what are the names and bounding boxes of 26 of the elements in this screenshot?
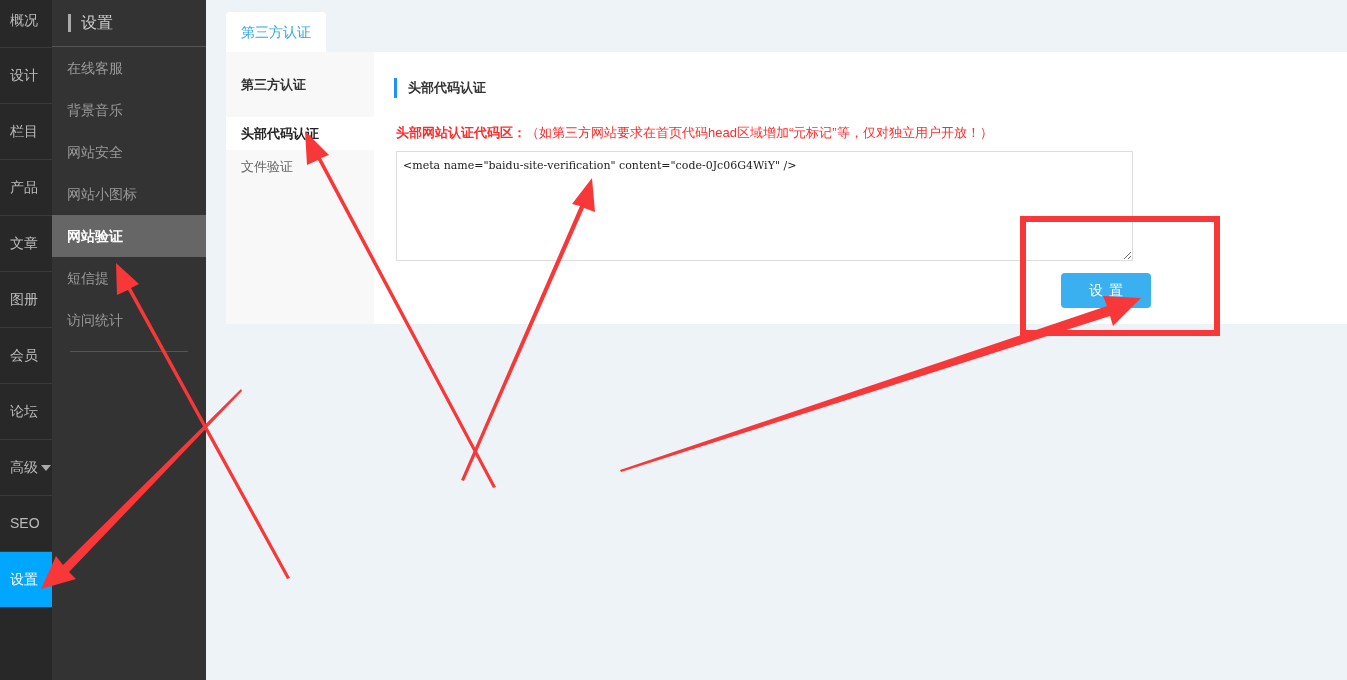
submenu-item[interactable]: 背景音乐 (51, 89, 206, 131)
sidebar-item[interactable]: 设计 (0, 47, 52, 103)
code-textarea[interactable]: <meta name="baidu-site-verification" content="code-0Jc06G4WiY" /> (396, 150, 1133, 261)
caret-icon (41, 464, 51, 471)
sidebar-item[interactable]: 论坛 (0, 383, 52, 439)
sidebar-item[interactable]: 会员 (0, 327, 52, 383)
field-hint: （如第三方网站要求在首页代码head区域增加“元标记”等，仅对独立用户开放！） (526, 124, 993, 142)
sidebar-item[interactable]: 高级 (0, 439, 52, 495)
submenu-title: 设置 (80, 13, 113, 33)
side-nav-item[interactable]: 文件验证 (226, 150, 374, 183)
sidebar-item[interactable]: 栏目 (0, 103, 52, 159)
heading-accent (394, 78, 397, 98)
submenu-item[interactable]: 网站小图标 (51, 173, 206, 215)
field-label: 头部网站认证代码区： (396, 124, 526, 142)
side-nav-title: 第三方认证 (240, 75, 307, 94)
submenu-item[interactable]: 在线客服 (51, 47, 206, 89)
title-bar-accent (67, 14, 71, 32)
submenu-item[interactable]: 访问统计 (51, 299, 206, 341)
sidebar-item[interactable]: 概况 (0, 0, 52, 47)
submenu-item[interactable]: 网站安全 (51, 131, 206, 173)
sidebar-item[interactable]: 文章 (0, 215, 52, 271)
sidebar-item[interactable]: 产品 (0, 159, 52, 215)
submenu-item[interactable]: 短信提 (51, 257, 206, 299)
section-heading: 头部代码认证 (408, 79, 486, 98)
submenu-item[interactable]: 网站验证 (51, 215, 206, 257)
sidebar-item[interactable]: 图册 (0, 271, 52, 327)
